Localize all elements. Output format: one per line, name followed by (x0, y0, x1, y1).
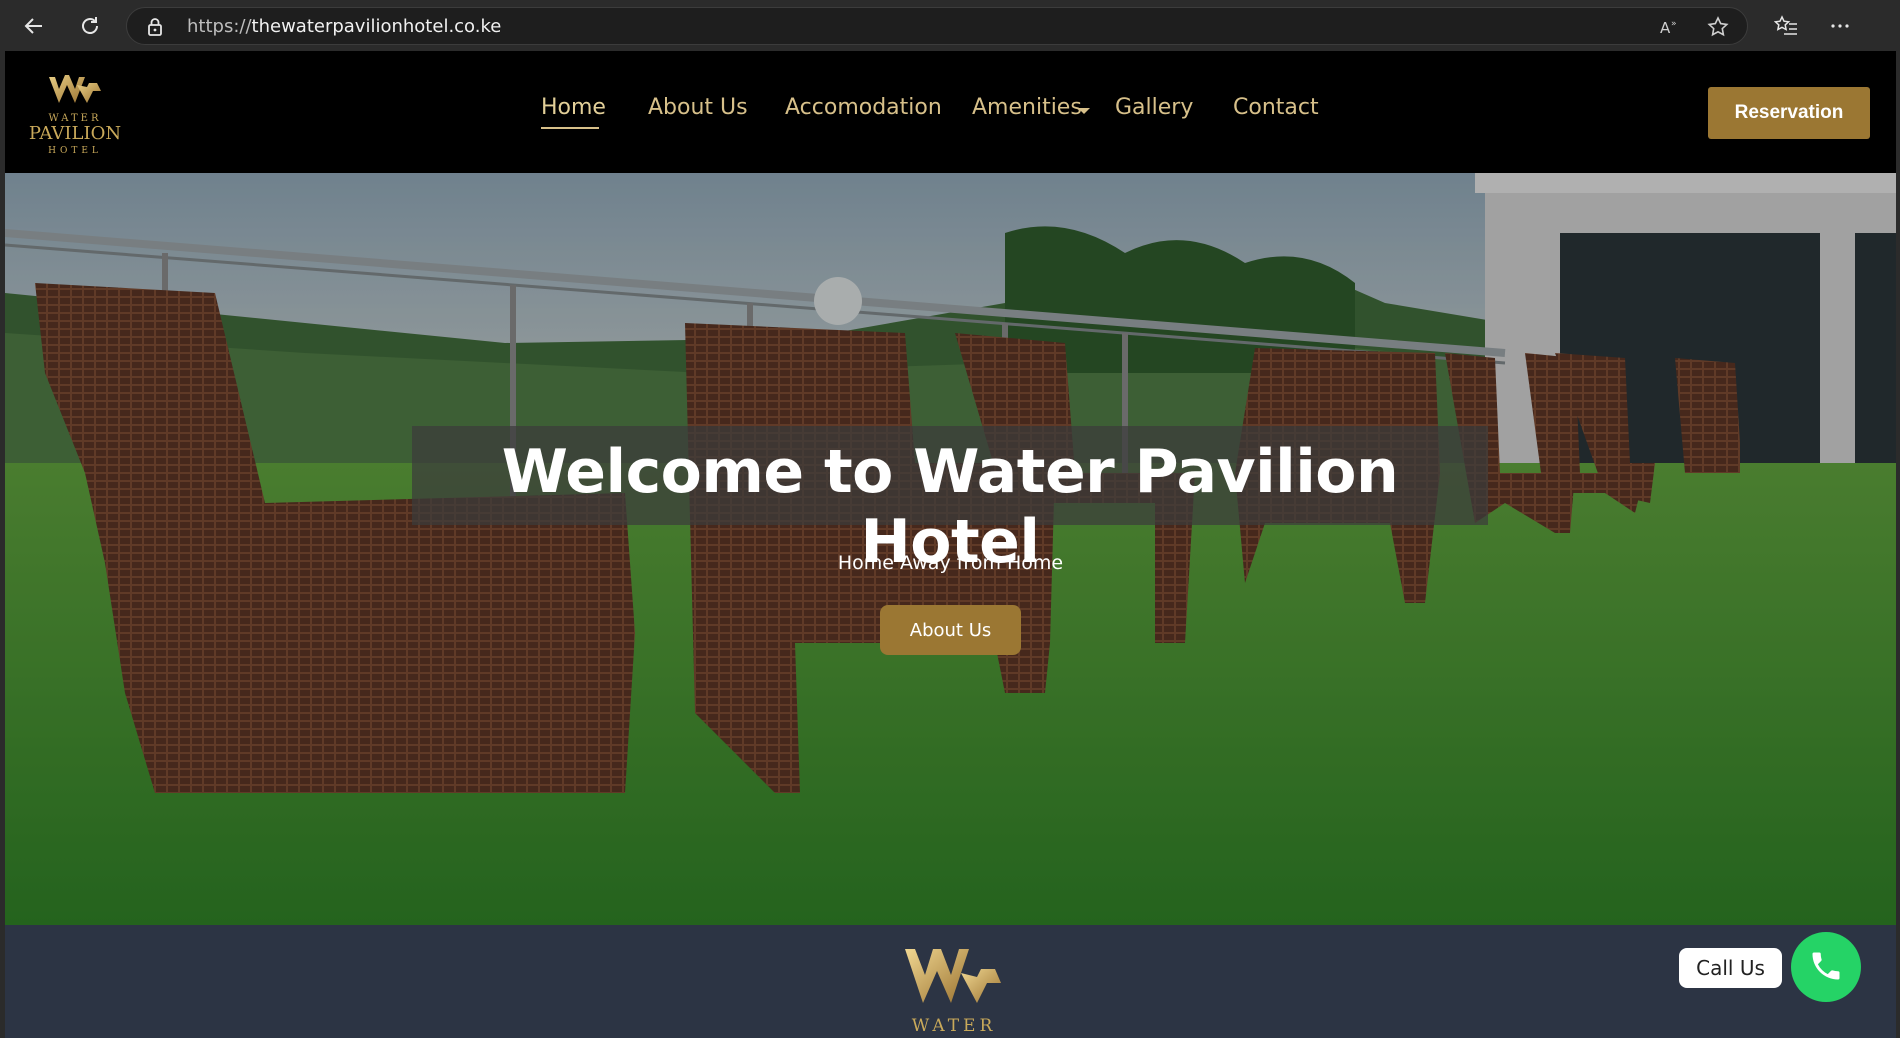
call-us-label[interactable]: Call Us (1679, 948, 1782, 988)
browser-toolbar: https://thewaterpavilionhotel.co.ke A» (0, 0, 1900, 51)
more-icon[interactable] (1824, 10, 1856, 42)
footer-logo: WATER (899, 945, 1009, 1036)
favorites-list-icon[interactable] (1770, 10, 1802, 42)
lock-icon[interactable] (147, 17, 163, 42)
svg-text:A: A (1660, 19, 1671, 37)
back-icon[interactable] (18, 10, 50, 42)
nav-home[interactable]: Home (541, 95, 606, 120)
website-viewport: WATER PAVILION HOTEL Home About Us Accom… (5, 51, 1896, 1038)
nav-amenities[interactable]: Amenities (972, 95, 1082, 120)
nav-about-us[interactable]: About Us (648, 95, 748, 120)
svg-text:»: » (1671, 19, 1677, 29)
nav-gallery[interactable]: Gallery (1115, 95, 1193, 120)
about-us-button[interactable]: About Us (880, 605, 1021, 655)
hero-banner: Welcome to Water Pavilion Hotel Home Awa… (5, 173, 1896, 925)
dropdown-caret-icon[interactable] (1078, 108, 1090, 114)
footer-section: WATER (5, 925, 1896, 1038)
read-aloud-icon[interactable]: A» (1659, 16, 1681, 38)
favorite-star-icon[interactable] (1707, 16, 1729, 38)
reload-icon[interactable] (74, 10, 106, 42)
phone-icon (1808, 948, 1844, 987)
nav-accomodation[interactable]: Accomodation (785, 95, 942, 120)
call-us-button[interactable] (1791, 932, 1861, 1002)
active-nav-underline (541, 127, 599, 129)
page-scrollbar[interactable] (1896, 51, 1900, 1038)
url-text: https://thewaterpavilionhotel.co.ke (187, 15, 502, 37)
site-header: WATER PAVILION HOTEL Home About Us Accom… (5, 51, 1896, 173)
main-navigation: Home About Us Accomodation Amenities Gal… (5, 51, 1896, 173)
svg-text:WATER: WATER (912, 1016, 997, 1035)
address-bar[interactable]: https://thewaterpavilionhotel.co.ke A» (126, 7, 1748, 45)
hero-subtitle: Home Away from Home (837, 552, 1064, 574)
reservation-button[interactable]: Reservation (1708, 87, 1870, 139)
nav-contact[interactable]: Contact (1233, 95, 1319, 120)
